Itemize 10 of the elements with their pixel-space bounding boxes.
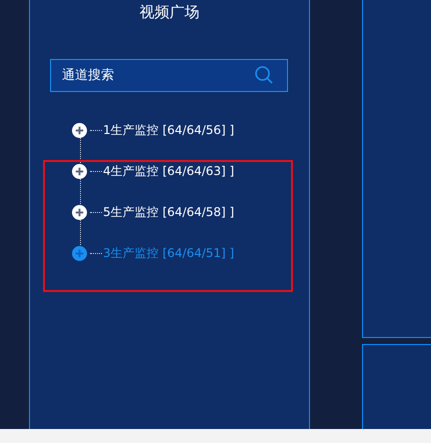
search-icon[interactable]	[254, 65, 274, 85]
search-field[interactable]: 通道搜索	[50, 59, 288, 92]
tree-item[interactable]: 5生产监控 [64/64/58] ]	[72, 204, 309, 220]
tree-item[interactable]: 3生产监控 [64/64/51] ]	[72, 245, 309, 261]
tree-item[interactable]: 1生产监控 [64/64/56] ]	[72, 122, 309, 138]
expand-icon[interactable]	[72, 122, 87, 138]
expand-icon[interactable]	[72, 204, 87, 220]
tree-item[interactable]: 4生产监控 [64/64/63] ]	[72, 163, 309, 179]
expand-icon[interactable]	[72, 164, 87, 178]
panel-title: 视频广场	[140, 2, 200, 22]
